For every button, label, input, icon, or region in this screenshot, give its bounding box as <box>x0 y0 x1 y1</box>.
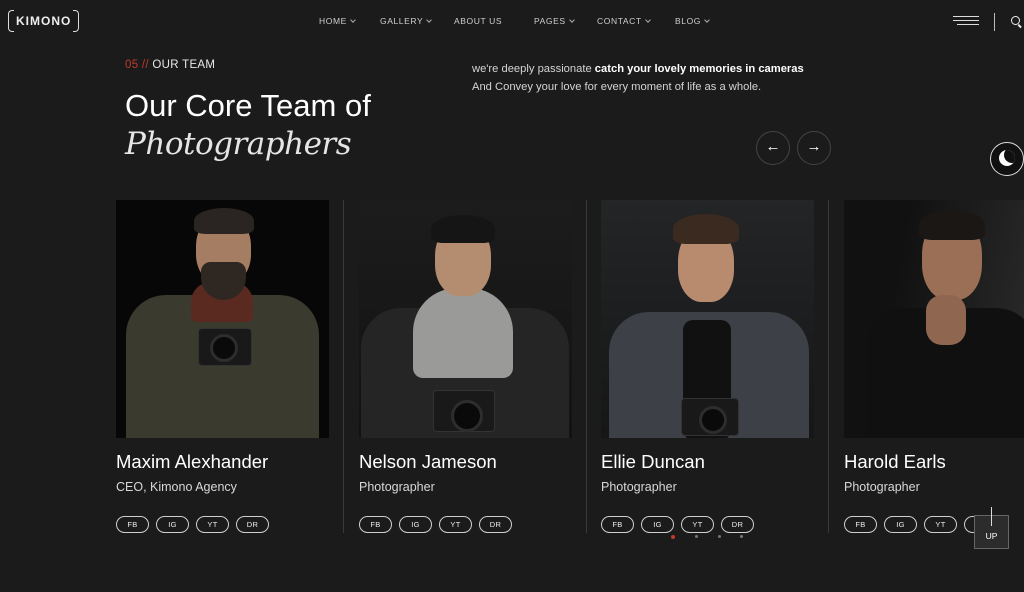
team-member-role: Photographer <box>359 480 435 494</box>
main-nav: HOME GALLERY ABOUT US PAGES CONTACT BLOG <box>0 16 1024 30</box>
card-divider <box>586 200 587 533</box>
team-member-name: Ellie Duncan <box>601 451 705 472</box>
youtube-link[interactable]: YT <box>196 516 229 533</box>
team-member-role: CEO, Kimono Agency <box>116 480 237 494</box>
pagination-dot-active[interactable] <box>671 534 675 539</box>
header-divider <box>994 13 995 31</box>
section-title: Our Core Team of <box>125 88 371 123</box>
instagram-link[interactable]: IG <box>399 516 432 533</box>
team-photo <box>116 200 329 438</box>
arrow-right-icon: → <box>806 138 822 155</box>
team-member-name: Maxim Alexhander <box>116 451 269 472</box>
prev-slide-button[interactable]: ← <box>756 131 790 165</box>
nav-item-gallery[interactable]: GALLERY <box>380 16 433 26</box>
facebook-link[interactable]: FB <box>601 516 634 533</box>
team-photo <box>844 200 1024 438</box>
section-eyebrow: 05 // OUR TEAM <box>125 59 215 71</box>
chevron-down-icon <box>644 17 651 23</box>
chevron-down-icon <box>704 17 710 23</box>
nav-label: CONTACT <box>597 16 642 26</box>
card-divider <box>343 200 344 533</box>
nav-item-blog[interactable]: BLOG <box>675 16 710 26</box>
nav-label: BLOG <box>675 16 702 26</box>
pagination-dot[interactable] <box>740 535 743 538</box>
pagination-dot[interactable] <box>718 535 721 538</box>
team-member-name: Harold Earls <box>844 451 946 472</box>
youtube-link[interactable]: YT <box>924 516 957 533</box>
facebook-link[interactable]: FB <box>359 516 392 533</box>
section-title-italic: Photographers <box>125 126 352 162</box>
nav-item-about-us[interactable]: ABOUT US <box>454 16 502 26</box>
pagination-dot[interactable] <box>695 535 698 538</box>
instagram-link[interactable]: IG <box>641 516 674 533</box>
chevron-down-icon <box>568 17 575 23</box>
next-slide-button[interactable]: → <box>797 131 831 165</box>
nav-item-pages[interactable]: PAGES <box>534 16 575 26</box>
up-label: UP <box>985 531 998 541</box>
section-number: 05 // <box>125 59 149 71</box>
dark-mode-toggle[interactable] <box>990 142 1024 176</box>
dribbble-link[interactable]: DR <box>479 516 512 533</box>
team-photo <box>359 200 572 438</box>
card-divider <box>828 200 829 533</box>
youtube-link[interactable]: YT <box>681 516 714 533</box>
social-links: FB IG YT DR <box>601 516 754 533</box>
intro-highlight: catch your lovely memories in cameras <box>594 63 804 75</box>
nav-item-contact[interactable]: CONTACT <box>597 16 651 26</box>
instagram-link[interactable]: IG <box>884 516 917 533</box>
social-links: FB IG YT DR <box>116 516 269 533</box>
dribbble-link[interactable]: DR <box>236 516 269 533</box>
facebook-link[interactable]: FB <box>116 516 149 533</box>
nav-label: PAGES <box>534 16 566 26</box>
moon-icon <box>999 150 1015 166</box>
section-eyebrow-label: OUR TEAM <box>152 59 216 71</box>
search-icon[interactable] <box>1011 16 1020 25</box>
team-member-role: Photographer <box>844 480 920 494</box>
nav-item-home[interactable]: HOME <box>319 16 356 26</box>
social-links: FB IG YT DR <box>359 516 512 533</box>
intro-text: we're deeply passionate <box>472 63 595 75</box>
team-photo <box>601 200 814 438</box>
chevron-down-icon <box>350 17 356 23</box>
hamburger-menu-icon[interactable] <box>953 16 979 25</box>
nav-label: ABOUT US <box>454 16 503 26</box>
chevron-down-icon <box>426 17 433 23</box>
nav-label: GALLERY <box>380 16 424 26</box>
instagram-link[interactable]: IG <box>156 516 189 533</box>
back-to-top-button[interactable]: UP <box>974 507 1009 549</box>
youtube-link[interactable]: YT <box>439 516 472 533</box>
intro-text-2: And Convey your love for every moment of… <box>472 80 762 93</box>
facebook-link[interactable]: FB <box>844 516 877 533</box>
dribbble-link[interactable]: DR <box>721 516 754 533</box>
team-member-name: Nelson Jameson <box>359 451 497 472</box>
section-intro: we're deeply passionate catch your lovel… <box>472 61 852 96</box>
team-member-role: Photographer <box>601 480 677 494</box>
arrow-left-icon: ← <box>765 138 781 155</box>
nav-label: HOME <box>319 16 347 26</box>
